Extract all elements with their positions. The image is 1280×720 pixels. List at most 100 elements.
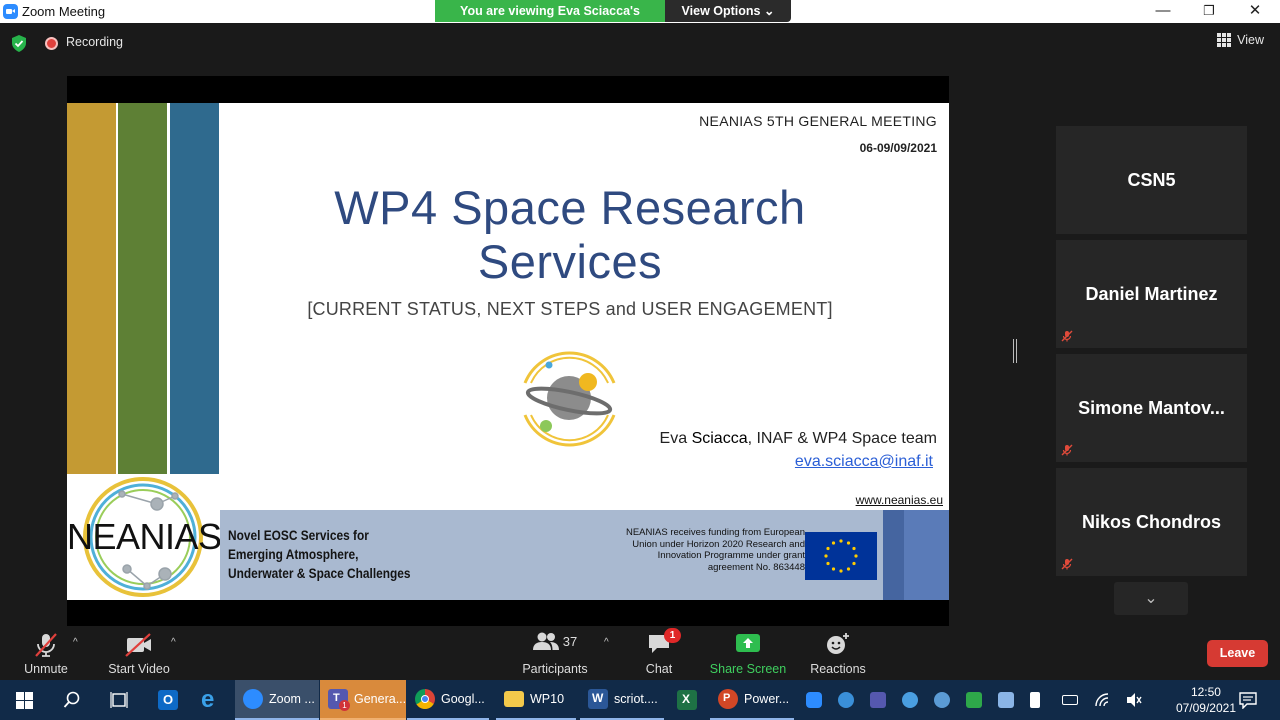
view-options-button[interactable]: View Options ⌄ [665,0,791,22]
teams-tray-icon[interactable] [870,692,886,708]
participant-tile[interactable]: Nikos Chondros [1056,468,1247,576]
slide-title: WP4 Space Research Services [220,181,920,289]
author-email-link[interactable]: eva.sciacca@inaf.it [795,453,933,471]
zoom-taskbar-icon [243,689,263,709]
defender-tray-icon[interactable] [966,692,982,708]
view-layout-button[interactable]: View [1217,33,1264,47]
slide-stripe-blue [170,103,219,474]
taskbar-label: Genera... [354,692,407,706]
outlook-icon[interactable]: O [158,690,178,710]
share-screen-icon [736,634,760,652]
system-clock[interactable]: 12:50 07/09/2021 [1176,684,1236,716]
windows-start-icon[interactable] [16,692,33,709]
task-view-icon[interactable] [110,691,128,709]
meeting-date: 06-09/09/2021 [859,141,937,155]
grid-view-icon [1217,33,1232,47]
participant-tile[interactable]: Daniel Martinez [1056,240,1247,348]
participant-tile[interactable]: CSN5 [1056,126,1247,234]
search-icon[interactable] [63,691,81,709]
participant-tile[interactable]: Simone Mantov... [1056,354,1247,462]
eu-star [824,554,828,558]
volume-muted-icon[interactable] [1126,692,1142,708]
leave-button[interactable]: Leave [1207,640,1268,667]
footer-accent-dark [883,510,904,600]
slide-footer-band: Novel EOSC Services for Emerging Atmosph… [220,510,949,600]
participant-name: Nikos Chondros [1081,512,1221,532]
windows-taskbar: O e Zoom ... T1 Genera... Googl... WP10 … [0,680,1280,720]
eu-star [826,561,830,566]
neanias-logo: NEANIAS [67,474,222,600]
author-affiliation: , INAF & WP4 Space team [747,430,937,447]
eu-star [839,569,843,573]
scroll-participants-down-button[interactable]: ⌄ [1114,582,1188,615]
project-tagline: Novel EOSC Services for Emerging Atmosph… [228,527,411,581]
window-title: Zoom Meeting [22,4,106,19]
usb-tray-icon[interactable] [1030,692,1040,708]
eu-star [831,567,836,571]
notifications-icon[interactable] [1239,691,1257,709]
cloud-tray-icon[interactable] [838,692,854,708]
eu-flag-icon [805,532,877,580]
author-prefix: Eva [659,430,692,447]
network-tray-icon[interactable] [902,692,918,708]
video-options-caret[interactable]: ^ [171,637,176,648]
slide-title-line-1: WP4 Space Research [334,181,806,234]
excel-icon[interactable]: X [677,690,697,710]
reactions-button[interactable]: Reactions [806,627,870,676]
onedrive-tray-icon[interactable] [998,692,1014,708]
taskbar-zoom[interactable]: Zoom ... [235,680,319,720]
shared-screen: NEANIAS NEANIAS 5TH GENERAL MEETING 06-0… [67,76,949,626]
clock-date: 07/09/2021 [1175,701,1236,715]
unmute-button[interactable]: Unmute [16,627,76,676]
view-label: View [1237,33,1264,47]
powerpoint-icon: P [718,689,738,709]
taskbar-word[interactable]: W scriot.... [580,680,664,720]
restore-button[interactable]: ❐ [1189,1,1229,21]
start-video-button[interactable]: Start Video [104,627,174,676]
taskbar-label: Zoom ... [269,692,315,706]
slide-stripe-gold [67,103,116,474]
taskbar-explorer[interactable]: WP10 [496,680,576,720]
meeting-controls: Unmute ^ Start Video ^ 37 Participants ^… [0,627,1280,680]
globe-tray-icon[interactable] [934,692,950,708]
neanias-logo-text: NEANIAS [67,516,222,557]
share-screen-button[interactable]: Share Screen [708,627,788,676]
zoom-tray-icon[interactable] [806,692,822,708]
participants-label: Participants [522,662,588,676]
folder-icon [504,691,524,707]
eu-star [852,546,856,551]
participants-button[interactable]: 37 Participants [520,627,590,676]
audio-options-caret[interactable]: ^ [73,637,78,648]
participants-icon [532,632,559,650]
minimize-button[interactable]: — [1143,1,1183,21]
taskbar-teams[interactable]: T1 Genera... [320,680,406,720]
mic-muted-icon [1061,444,1073,456]
participants-options-caret[interactable]: ^ [604,637,609,648]
taskbar-label: scriot.... [614,692,658,706]
recording-icon [45,37,58,50]
author-line: Eva Sciacca, INAF & WP4 Space team [660,430,937,448]
video-off-icon [125,633,151,657]
mic-muted-icon [1061,330,1073,342]
footer-accent-light [904,510,949,600]
taskbar-label: WP10 [530,692,565,706]
website-link[interactable]: www.neanias.eu [856,493,943,507]
mic-muted-icon [1061,558,1073,570]
taskbar-chrome[interactable]: Googl... [407,680,489,720]
clock-time: 12:50 [1190,685,1221,699]
share-screen-label: Share Screen [709,662,787,676]
taskbar-powerpoint[interactable]: P Power... [710,680,794,720]
meeting-topbar: Recording View [0,23,1280,63]
battery-icon[interactable] [1062,695,1078,705]
recording-label[interactable]: Recording [66,35,123,49]
chrome-icon [415,689,435,709]
eu-star [846,567,851,571]
close-button[interactable]: ✕ [1235,1,1275,21]
eu-star [846,541,851,545]
slide-title-line-2: Services [477,235,663,288]
eu-star [852,561,856,566]
security-shield-icon[interactable] [11,35,27,52]
panel-resize-handle[interactable] [1013,339,1017,363]
wifi-icon[interactable] [1094,692,1110,708]
edge-browser-icon[interactable]: e [201,686,221,713]
